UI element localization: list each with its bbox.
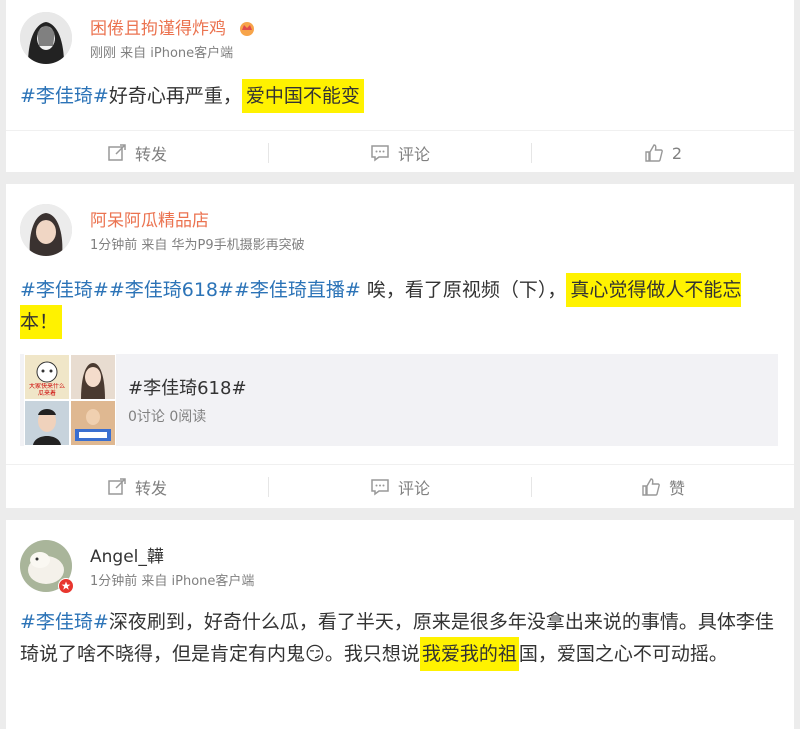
thumbnail-caption: 大家快来什么瓜来着 (28, 383, 65, 397)
avatar[interactable] (20, 204, 72, 256)
repost-button[interactable]: 转发 (6, 465, 268, 509)
text-segment: 。我只想说 (324, 643, 420, 665)
post-meta: 刚刚 来自 iPhone客户端 (90, 46, 234, 61)
comment-button[interactable]: 评论 (269, 131, 531, 175)
like-button[interactable]: 赞 (532, 465, 794, 509)
hashtag[interactable]: #李佳琦##李佳琦618##李佳琦直播# (20, 279, 361, 301)
comment-button[interactable]: 评论 (269, 465, 531, 509)
action-bar: 转发 评论 赞 (6, 464, 794, 508)
thumbs-up-icon (645, 144, 663, 162)
comment-icon (371, 479, 389, 496)
avatar[interactable] (20, 12, 72, 64)
post-card: 困倦且拘谨得炸鸡 刚刚 来自 iPhone客户端 #李佳琦#好奇心再严重， 爱中国… (6, 0, 794, 172)
text-segment: 好奇心再严重， (108, 85, 242, 107)
comment-label: 评论 (397, 479, 430, 498)
repost-icon (108, 144, 126, 161)
user-name[interactable]: 困倦且拘谨得炸鸡 (90, 14, 257, 39)
post-meta: 1分钟前 来自 iPhone客户端 (90, 574, 255, 589)
repost-label: 转发 (134, 479, 167, 498)
text-segment: 国，爱国之心不可动摇。 (518, 643, 728, 665)
action-bar: 转发 评论 2 (6, 130, 794, 174)
post-text: #李佳琦##李佳琦618##李佳琦直播# 唉，看了原视频（下）， 真心觉得做人不能… (20, 273, 780, 339)
hashtag[interactable]: #李佳琦# (20, 611, 109, 633)
thumbnail-image (24, 400, 70, 446)
comment-icon (371, 145, 389, 162)
smirk-emoji-icon: 😏 (305, 643, 325, 665)
thumbnail-image: 大家快来什么瓜来着 (24, 354, 70, 400)
comment-label: 评论 (397, 145, 430, 164)
repost-icon (108, 478, 126, 495)
user-name[interactable]: Angel_韡 (90, 542, 164, 567)
post-card: 阿呆阿瓜精品店 1分钟前 来自 华为P9手机摄影再突破 #李佳琦##李佳琦618… (6, 184, 794, 508)
highlighted-text: 爱中国不能变 (241, 79, 364, 113)
user-name[interactable]: 阿呆阿瓜精品店 (90, 206, 209, 231)
post-text: #李佳琦#深夜刷到，好奇什么瓜，看了半天，原来是很多年没拿出来说的事情。具体李佳… (20, 606, 780, 671)
user-name-text[interactable]: 困倦且拘谨得炸鸡 (90, 19, 226, 39)
like-count: 2 (671, 143, 683, 163)
hashtag[interactable]: #李佳琦# (20, 85, 109, 107)
like-label: 赞 (668, 479, 685, 498)
repost-button[interactable]: 转发 (6, 131, 268, 175)
text-segment: 唉，看了原视频（下）， (360, 279, 567, 301)
highlighted-text: 我爱我的祖 (419, 637, 519, 671)
topic-title[interactable]: #李佳琦618# (128, 374, 247, 400)
thumbs-up-icon (642, 478, 660, 496)
thumbnail-image (70, 400, 116, 446)
weibo-feed: 困倦且拘谨得炸鸡 刚刚 来自 iPhone客户端 #李佳琦#好奇心再严重， 爱中国… (0, 0, 800, 729)
thumbnail-image (70, 354, 116, 400)
topic-stats: 0讨论 0阅读 (128, 409, 207, 425)
verified-badge-icon (58, 578, 74, 594)
topic-card[interactable]: 大家快来什么瓜来着 #李佳琦618# 0讨论 0阅读 (20, 354, 778, 446)
repost-label: 转发 (134, 145, 167, 164)
crown-badge-icon (240, 22, 255, 36)
post-card: Angel_韡 1分钟前 来自 iPhone客户端 #李佳琦#深夜刷到，好奇什么… (6, 520, 794, 729)
like-button[interactable]: 2 (532, 131, 794, 175)
post-text: #李佳琦#好奇心再严重， 爱中国不能变 (20, 79, 780, 113)
post-meta: 1分钟前 来自 华为P9手机摄影再突破 (90, 238, 305, 253)
topic-thumbnails: 大家快来什么瓜来着 (24, 354, 116, 446)
